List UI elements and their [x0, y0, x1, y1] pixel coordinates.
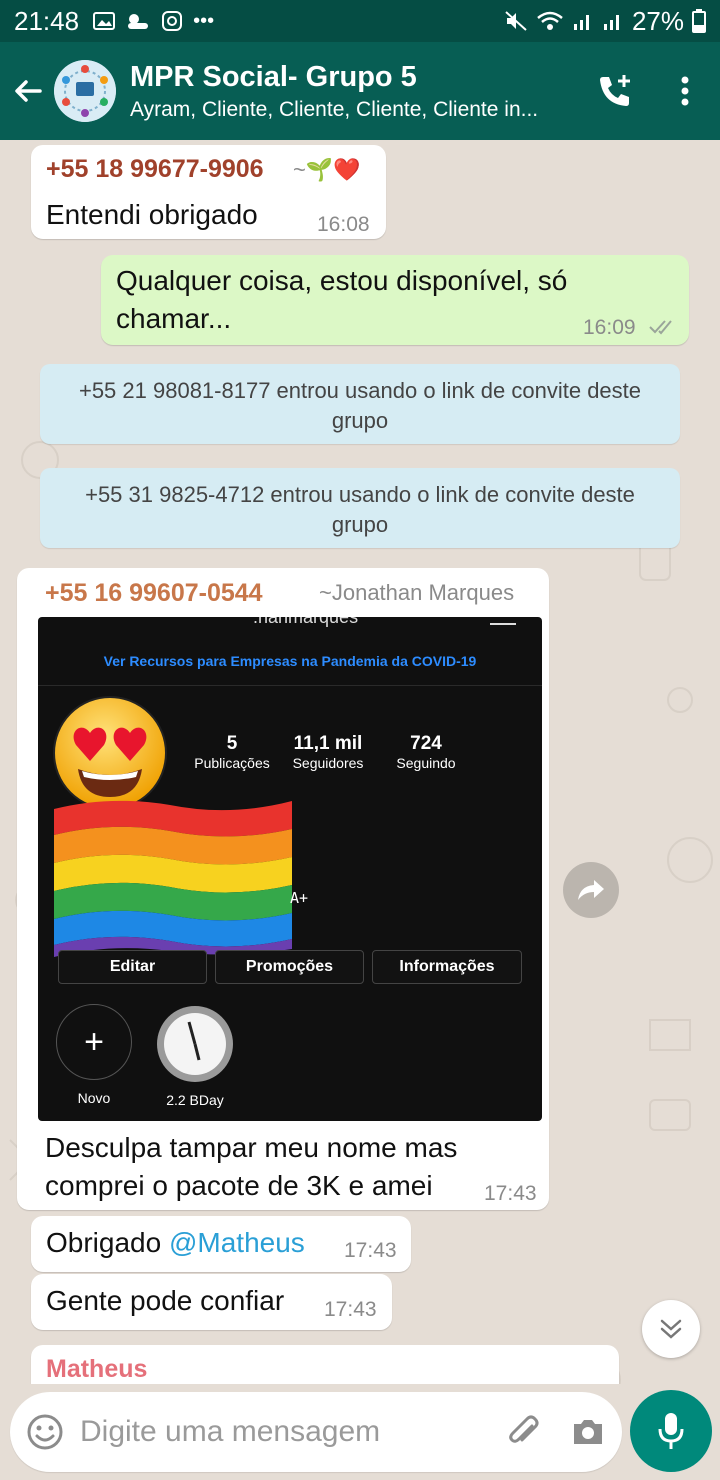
insta-menu-icon — [490, 623, 516, 625]
mic-icon — [658, 1413, 684, 1449]
battery-icon — [692, 9, 706, 33]
message-time: 17:43 — [324, 1298, 377, 1321]
insta-info-button: Informações — [372, 950, 522, 984]
mic-button[interactable] — [630, 1390, 712, 1472]
plus-icon: + — [84, 1022, 104, 1061]
instagram-icon — [162, 11, 183, 31]
image-attachment[interactable]: .hanmarques Ver Recursos para Empresas n… — [38, 617, 542, 1121]
message-text: Obrigado @Matheus — [46, 1227, 305, 1258]
more-options-icon — [681, 76, 689, 106]
input-bar — [0, 1384, 720, 1480]
insta-username-fragment: .hanmarques — [253, 617, 359, 627]
signal-2-icon — [603, 15, 619, 30]
forward-icon — [578, 880, 604, 900]
group-info[interactable]: MPR Social- Grupo 5 Ayram, Cliente, Clie… — [130, 61, 580, 122]
message-sender[interactable]: +55 16 99607-0544 — [45, 579, 263, 608]
message-text: Gente pode confiar — [46, 1285, 285, 1316]
insta-side-text: A+ — [290, 889, 309, 907]
message-text: Entendi obrigado — [46, 199, 258, 230]
battery-level: 27% — [631, 5, 684, 36]
scroll-down-icon — [660, 1319, 682, 1339]
insta-promotions-button: Promoções — [215, 950, 364, 984]
message-input[interactable] — [80, 1415, 494, 1449]
mute-icon — [505, 11, 527, 31]
message-time: 16:09 — [583, 316, 636, 339]
gallery-icon — [93, 12, 116, 30]
message-outgoing[interactable]: Qualquer coisa, estou disponível, só cha… — [101, 255, 689, 345]
message-input-box — [10, 1392, 622, 1472]
read-receipt-icon — [649, 320, 672, 335]
system-icons: 27% — [504, 6, 706, 37]
weather-icon — [128, 14, 149, 29]
message-sender-alias: ~Jonathan Marques — [319, 580, 515, 605]
wifi-icon — [537, 11, 563, 30]
system-message: +55 21 98081-8177 entrou usando o link d… — [40, 364, 680, 444]
message-sender[interactable]: Matheus — [46, 1355, 147, 1384]
insta-stat-following: 724 Seguindo — [396, 733, 456, 771]
message-time: 17:43 — [344, 1239, 397, 1262]
camera-icon — [574, 1420, 602, 1444]
insta-stat-posts: 5 Publicações — [194, 733, 270, 771]
forward-button[interactable] — [563, 862, 619, 918]
insta-stat-followers: 11,1 mil Seguidores — [292, 733, 364, 771]
clock-icon — [157, 1006, 233, 1082]
camera-button[interactable] — [554, 1416, 622, 1448]
insta-banner: Ver Recursos para Empresas na Pandemia d… — [103, 653, 477, 669]
group-avatar[interactable] — [54, 60, 116, 122]
status-time: 21:48 — [14, 5, 80, 36]
attach-icon — [509, 1415, 539, 1443]
group-participants: Ayram, Cliente, Cliente, Cliente, Client… — [130, 97, 539, 121]
emoji-icon — [27, 1414, 63, 1450]
back-button[interactable] — [2, 42, 54, 140]
add-call-button[interactable] — [580, 42, 650, 140]
message-time: 17:43 — [484, 1182, 537, 1205]
chat-header: MPR Social- Grupo 5 Ayram, Cliente, Clie… — [0, 42, 720, 140]
group-title: MPR Social- Grupo 5 — [130, 60, 417, 93]
back-arrow-icon — [15, 80, 42, 102]
more-notifications-icon: ••• — [193, 9, 215, 32]
scroll-to-bottom-button[interactable] — [642, 1300, 700, 1358]
message-time: 16:08 — [317, 213, 370, 236]
insta-highlight-new: + Novo — [54, 1004, 134, 1106]
emoji-button[interactable] — [10, 1413, 80, 1451]
chat-area[interactable]: +55 18 99677-9906 ~🌱❤️ Entendi obrigado … — [0, 140, 720, 1384]
message-sender-alias: ~🌱❤️ — [293, 157, 361, 182]
group-logo-icon — [54, 60, 116, 122]
more-options-button[interactable] — [650, 42, 720, 140]
message-incoming[interactable]: Matheus — [31, 1345, 619, 1384]
message-sender[interactable]: +55 18 99677-9906 — [46, 155, 264, 184]
message-incoming[interactable]: Obrigado @Matheus 17:43 — [31, 1216, 411, 1272]
system-message: +55 31 9825-4712 entrou usando o link de… — [40, 468, 680, 548]
rainbow-flag-icon — [54, 800, 292, 957]
message-text: Qualquer coisa, estou disponível, só cha… — [116, 265, 568, 334]
message-text: Desculpa tampar meu nome mas comprei o p… — [45, 1132, 458, 1201]
message-incoming[interactable]: Gente pode confiar 17:43 — [31, 1274, 392, 1330]
status-bar: 21:48 ••• 27% — [0, 0, 720, 42]
message-incoming[interactable]: +55 18 99677-9906 ~🌱❤️ Entendi obrigado … — [31, 145, 386, 239]
notification-icons: ••• — [93, 10, 214, 33]
signal-icon — [573, 15, 589, 30]
attach-button[interactable] — [494, 1414, 554, 1450]
add-call-icon — [600, 75, 630, 106]
insta-edit-button: Editar — [58, 950, 207, 984]
insta-highlight-bday: 2.2 BDay — [150, 1004, 240, 1108]
mention-link[interactable]: @Matheus — [169, 1227, 305, 1258]
